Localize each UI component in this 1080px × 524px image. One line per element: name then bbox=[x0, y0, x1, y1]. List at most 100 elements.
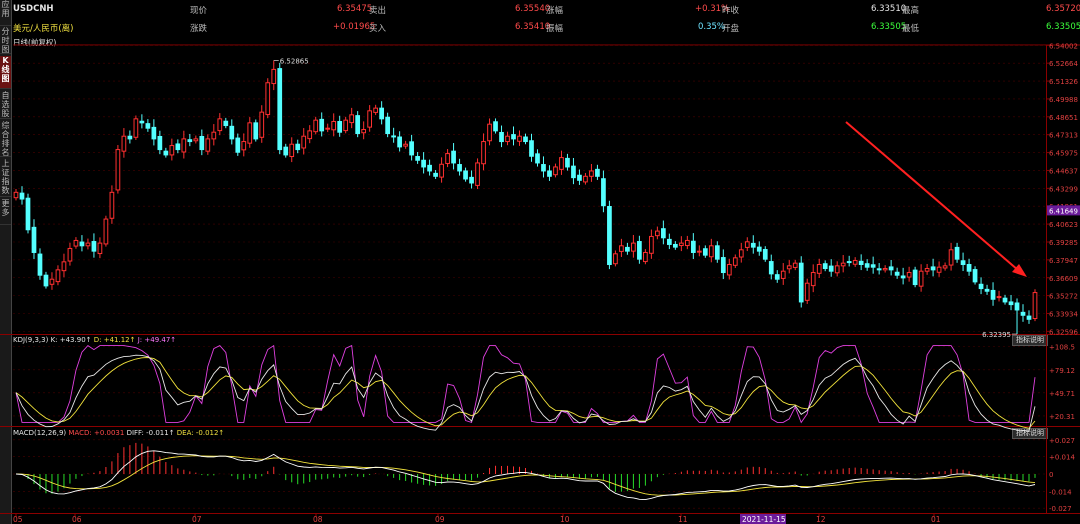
price-y-tick-label: 6.33934 bbox=[1049, 310, 1078, 318]
candle-down bbox=[661, 228, 666, 239]
candle-down bbox=[846, 261, 852, 264]
candle-down bbox=[888, 266, 894, 271]
candle-down bbox=[145, 123, 151, 129]
candle-down bbox=[529, 140, 534, 157]
candle-up bbox=[505, 135, 510, 143]
candle-down bbox=[433, 172, 438, 177]
price-y-tick-label: 6.45975 bbox=[1049, 150, 1078, 158]
price-y-tick-label: 6.39285 bbox=[1049, 239, 1078, 247]
candle-down bbox=[894, 271, 900, 276]
candle-up bbox=[289, 143, 295, 158]
candle-down bbox=[966, 264, 972, 272]
candle-down bbox=[1020, 311, 1026, 316]
candle-up bbox=[61, 261, 67, 272]
candle-up bbox=[631, 242, 636, 252]
candle-up bbox=[882, 268, 888, 271]
candle-up bbox=[924, 268, 930, 272]
candle-down bbox=[199, 135, 205, 151]
candle-down bbox=[427, 164, 432, 172]
candle-up bbox=[49, 278, 55, 285]
kdj-y-tick-label: +49.71 bbox=[1049, 390, 1075, 398]
candle-down bbox=[1026, 315, 1032, 320]
price-y-tick-label: 6.36609 bbox=[1049, 275, 1078, 283]
candle-up bbox=[792, 262, 798, 268]
candle-up bbox=[684, 239, 690, 247]
price-y-tick-label: 6.49988 bbox=[1049, 96, 1078, 104]
candle-down bbox=[283, 146, 289, 156]
candle-up bbox=[211, 131, 217, 140]
candle-up bbox=[367, 110, 373, 128]
macd-y-tick-label: -0.014 bbox=[1049, 489, 1072, 497]
candle-down bbox=[295, 143, 301, 151]
candle-down bbox=[415, 156, 420, 161]
x-axis-label: 12 bbox=[816, 515, 826, 524]
candle-up bbox=[55, 269, 61, 283]
candle-up bbox=[906, 272, 912, 278]
candle-down bbox=[79, 241, 85, 247]
candle-down bbox=[774, 274, 780, 280]
candle-down bbox=[930, 266, 936, 271]
candle-down bbox=[607, 206, 612, 266]
candle-up bbox=[852, 259, 858, 265]
price-y-tick-label: 6.32596 bbox=[1049, 328, 1078, 336]
candle-down bbox=[277, 68, 283, 151]
candle-up bbox=[708, 245, 714, 258]
candle-up bbox=[738, 249, 744, 258]
high-annotation-label: 6.52865 bbox=[280, 58, 309, 66]
candle-up bbox=[343, 119, 349, 132]
candle-up bbox=[349, 114, 355, 124]
candle-down bbox=[900, 275, 906, 279]
candle-down bbox=[337, 121, 343, 133]
candle-up bbox=[583, 175, 588, 183]
candle-up bbox=[942, 265, 948, 269]
candle-up bbox=[732, 257, 738, 266]
candle-down bbox=[768, 261, 774, 275]
candle-up bbox=[73, 239, 79, 247]
price-y-tick-label: 6.48651 bbox=[1049, 114, 1078, 122]
x-axis-label-highlighted: 2021-11-15 bbox=[742, 515, 786, 524]
macd-y-tick-label: -0.027 bbox=[1049, 505, 1072, 513]
candle-down bbox=[1008, 301, 1014, 306]
candle-down bbox=[319, 118, 325, 132]
candle-up bbox=[589, 170, 594, 177]
candle-down bbox=[523, 136, 528, 143]
candle-down bbox=[157, 135, 163, 151]
candle-down bbox=[385, 116, 390, 135]
candle-up bbox=[181, 138, 187, 153]
candle-down bbox=[151, 126, 157, 140]
candle-down bbox=[864, 263, 870, 268]
candle-up bbox=[325, 127, 331, 130]
candle-down bbox=[822, 263, 828, 270]
candle-down bbox=[187, 139, 193, 143]
candle-up bbox=[331, 121, 337, 131]
x-axis-label: 07 bbox=[192, 515, 202, 524]
candle-up bbox=[121, 135, 127, 152]
candle-up bbox=[85, 242, 91, 247]
candle-down bbox=[637, 241, 642, 260]
candle-down bbox=[31, 226, 37, 253]
candle-up bbox=[403, 143, 408, 147]
candle-down bbox=[451, 150, 456, 164]
candle-down bbox=[714, 245, 720, 260]
candle-up bbox=[553, 166, 558, 176]
candle-down bbox=[397, 136, 402, 148]
candle-up bbox=[517, 135, 522, 142]
candle-up bbox=[259, 111, 265, 138]
candle-up bbox=[445, 153, 450, 164]
candle-down bbox=[1014, 302, 1020, 311]
candle-down bbox=[954, 246, 960, 260]
candle-up bbox=[133, 118, 139, 138]
x-axis-label: 01 bbox=[931, 515, 941, 524]
candle-down bbox=[493, 121, 498, 132]
candle-up bbox=[996, 296, 1002, 299]
candle-up bbox=[217, 118, 223, 132]
candle-up bbox=[487, 123, 492, 142]
candle-up bbox=[481, 141, 486, 165]
price-y-tick-label: 6.51326 bbox=[1049, 78, 1078, 86]
candle-up bbox=[840, 262, 846, 267]
candle-down bbox=[223, 120, 229, 127]
candle-down bbox=[798, 262, 804, 303]
candle-down bbox=[667, 238, 672, 245]
candle-down bbox=[601, 178, 606, 207]
chart-canvas[interactable]: 6.54002 6.52664 6.51326 6.49988 6.48651 6.473… bbox=[0, 0, 1080, 524]
